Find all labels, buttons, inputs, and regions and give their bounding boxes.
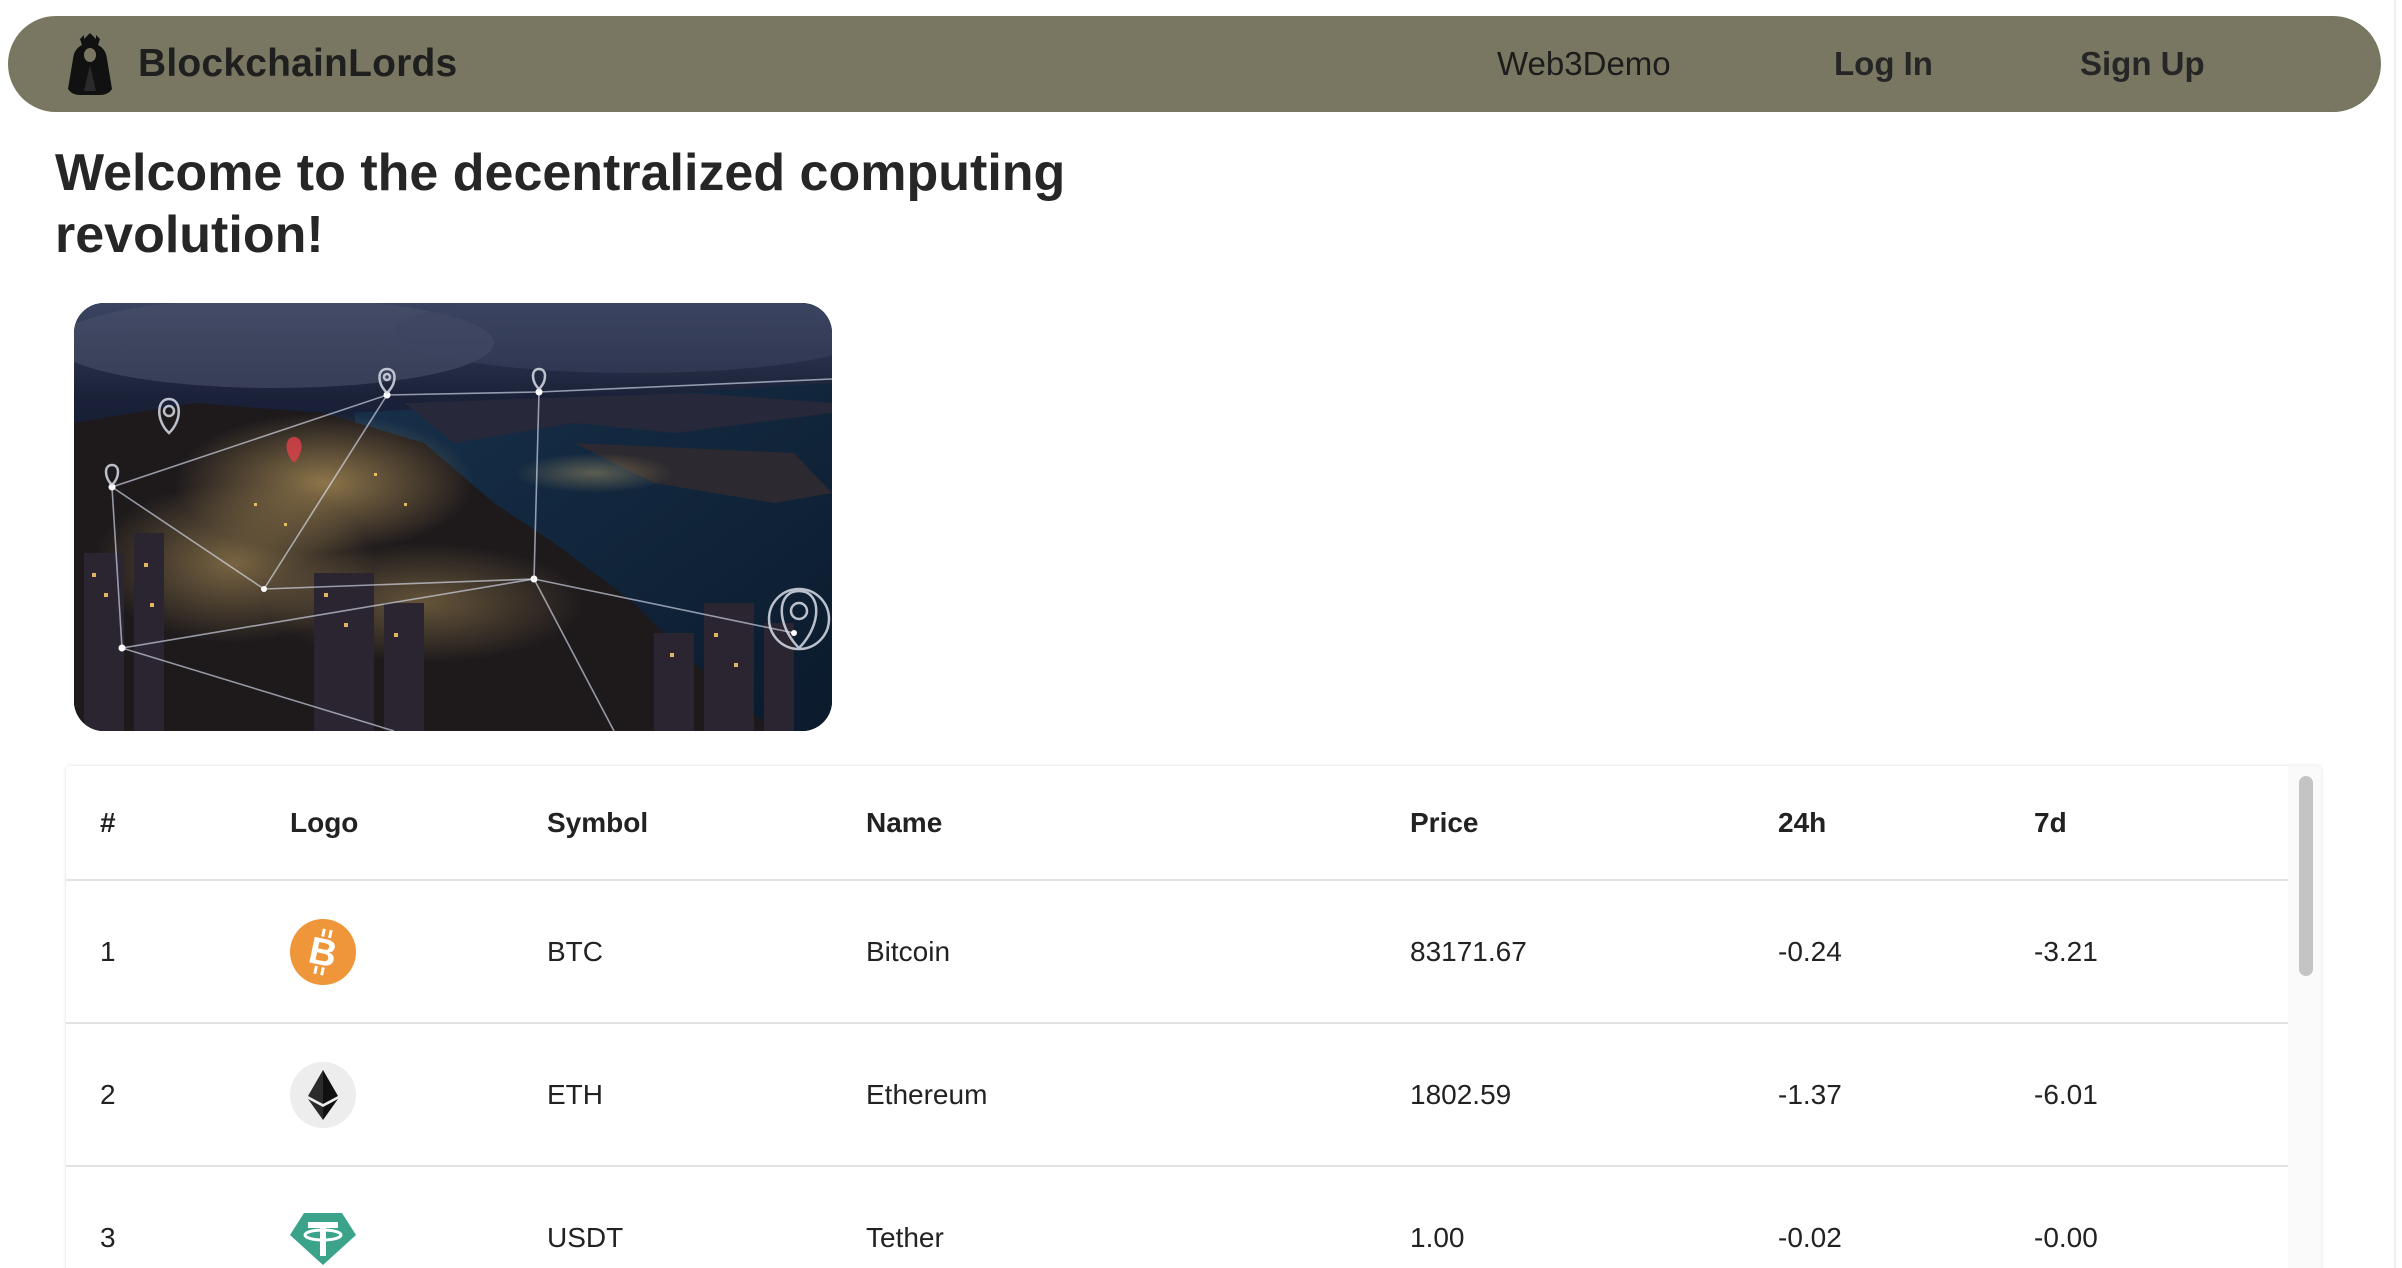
cell-change-7d: -6.01 (2034, 1078, 2098, 1110)
cell-price: 1.00 (1410, 1221, 1465, 1253)
nav-link-web3demo[interactable]: Web3Demo (1497, 44, 1671, 84)
cell-name: Tether (866, 1221, 944, 1253)
crypto-table-body: # Logo Symbol Name Price 24h 7d 1 B BTC … (66, 766, 2288, 1268)
nav-link-signup[interactable]: Sign Up (2080, 44, 2205, 84)
cell-logo (290, 1167, 356, 1268)
header-7d: 7d (2034, 806, 2067, 838)
cell-name: Ethereum (866, 1078, 988, 1110)
hooded-figure-icon (68, 33, 112, 95)
night-city-network-image (74, 303, 832, 731)
page-title: Welcome to the decentralized computing r… (55, 144, 1066, 264)
table-row[interactable]: 3 USDT Tether 1.00 -0.02 -0.00 (66, 1167, 2288, 1268)
cell-rank: 3 (100, 1221, 116, 1253)
bitcoin-icon: B (290, 918, 356, 985)
cell-symbol: ETH (547, 1078, 603, 1110)
brand-name: BlockchainLords (138, 42, 458, 85)
ethereum-icon (290, 1061, 356, 1128)
cell-price: 1802.59 (1410, 1078, 1512, 1110)
header-symbol: Symbol (547, 806, 649, 838)
crypto-table: # Logo Symbol Name Price 24h 7d 1 B BTC … (66, 766, 2321, 1268)
tether-icon (290, 1212, 356, 1265)
cell-name: Bitcoin (866, 935, 951, 967)
cell-price: 83171.67 (1410, 935, 1527, 967)
cell-symbol: BTC (547, 935, 603, 967)
header-name: Name (866, 806, 943, 838)
header-price: Price (1410, 806, 1479, 838)
cell-change-7d: -3.21 (2034, 935, 2098, 967)
cell-change-24h: -0.02 (1778, 1221, 1842, 1253)
page: BlockchainLords Web3Demo Log In Sign Up … (0, 0, 2402, 1268)
page-scrollbar-edge (2394, 0, 2396, 1268)
cell-symbol: USDT (547, 1221, 624, 1253)
brand[interactable]: BlockchainLords (60, 32, 457, 96)
table-row[interactable]: 1 B BTC Bitcoin 83171.67 -0.24 -3.21 (66, 881, 2288, 1024)
navbar: BlockchainLords Web3Demo Log In Sign Up (8, 16, 2381, 112)
nav-link-login[interactable]: Log In (1834, 44, 1933, 84)
table-scrollbar[interactable] (2288, 766, 2321, 1268)
cell-change-7d: -0.00 (2034, 1221, 2098, 1253)
cell-logo: B (290, 881, 356, 1022)
table-header-row: # Logo Symbol Name Price 24h 7d (66, 766, 2288, 881)
table-row[interactable]: 2 ETH Ethereum 1802.59 -1.37 -6.01 (66, 1024, 2288, 1167)
cell-change-24h: -1.37 (1778, 1078, 1842, 1110)
cell-rank: 1 (100, 935, 116, 967)
cell-logo (290, 1024, 356, 1165)
header-logo: Logo (290, 806, 359, 838)
header-rank: # (100, 806, 116, 838)
header-24h: 24h (1778, 806, 1827, 838)
table-scrollbar-thumb[interactable] (2299, 776, 2313, 976)
cell-rank: 2 (100, 1078, 116, 1110)
cell-change-24h: -0.24 (1778, 935, 1842, 967)
